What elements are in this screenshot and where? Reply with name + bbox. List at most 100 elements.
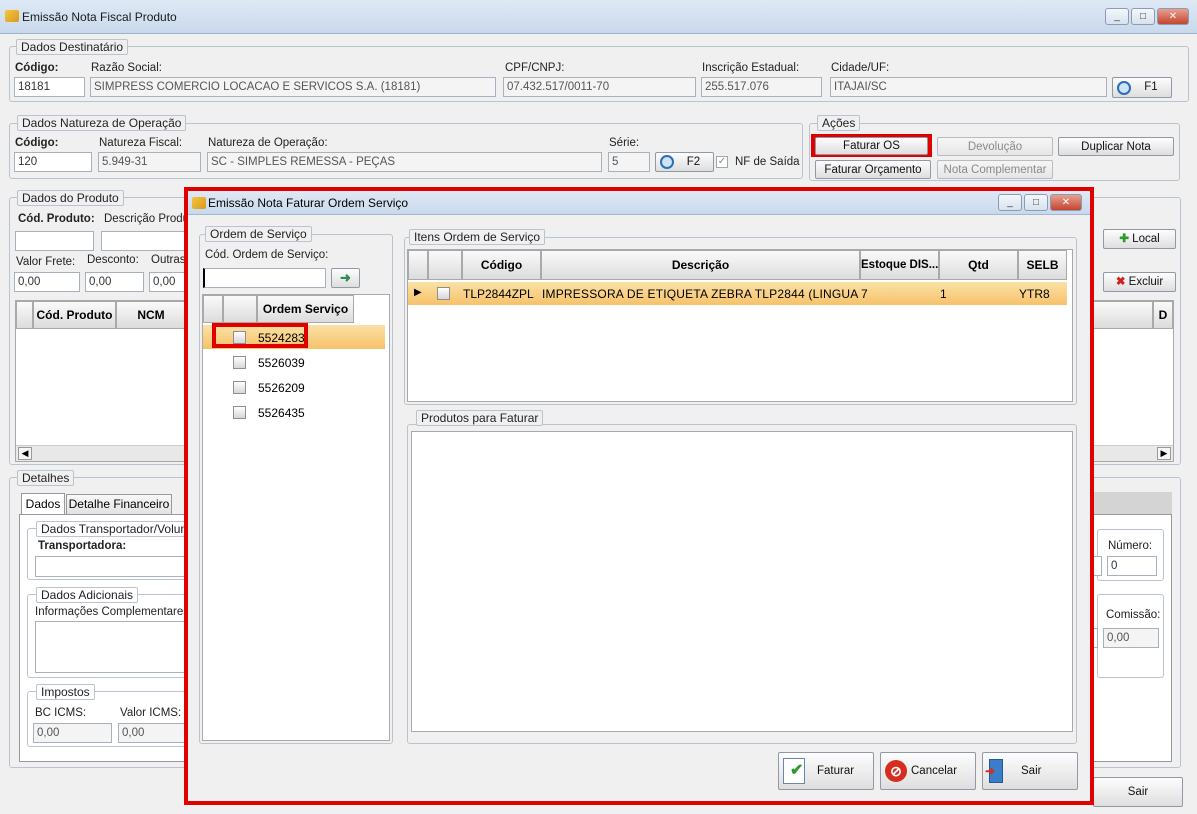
- transp-title: Dados Transportador/Volume: [36, 521, 203, 537]
- cidade-label: Cidade/UF:: [831, 62, 890, 74]
- cod-produto-label: Cód. Produto:: [18, 213, 95, 225]
- col-codigo[interactable]: Código: [462, 250, 541, 280]
- search-icon: [1117, 81, 1131, 95]
- f2-search-button[interactable]: F2: [655, 152, 714, 172]
- window-title: Emissão Nota Fiscal Produto: [22, 10, 177, 24]
- window-controls: _ □ ✕: [1105, 8, 1189, 25]
- descricao-produto-label: Descrição Produ: [104, 213, 190, 225]
- duplicar-nota-button[interactable]: Duplicar Nota: [1058, 137, 1174, 156]
- cpf-field[interactable]: 07.432.517/0011-70: [503, 77, 696, 97]
- excluir-button[interactable]: ✖ Excluir: [1103, 272, 1176, 292]
- scroll-right-icon[interactable]: ▶: [1157, 447, 1171, 460]
- arrow-right-icon: ➜: [340, 270, 351, 285]
- produtos-faturar-grid: [411, 431, 1073, 732]
- dialog-maximize-button[interactable]: □: [1024, 194, 1048, 211]
- cpf-label: CPF/CNPJ:: [505, 62, 565, 74]
- ie-field[interactable]: 255.517.076: [701, 77, 822, 97]
- nf-saida-checkbox[interactable]: ✓: [716, 156, 728, 168]
- os-row-number[interactable]: 5526039: [258, 356, 305, 370]
- serie-field[interactable]: 5: [608, 152, 650, 172]
- info-comp-label: Informações Complementares:: [35, 606, 193, 618]
- nat-fiscal-field[interactable]: 5.949-31: [98, 152, 201, 172]
- cancel-icon: ⊘: [885, 760, 907, 782]
- dialog-minimize-button[interactable]: _: [998, 194, 1022, 211]
- faturar-os-button[interactable]: Faturar OS: [815, 137, 928, 155]
- dialog-title: Emissão Nota Faturar Ordem Serviço: [208, 196, 409, 210]
- cod-os-go-button[interactable]: ➜: [331, 268, 360, 288]
- cod-os-input[interactable]: [203, 268, 326, 288]
- col-cod-produto[interactable]: Cód. Produto: [33, 301, 116, 329]
- col-ordem-servico[interactable]: Ordem Serviço: [257, 295, 354, 323]
- ie-label: Inscrição Estadual:: [702, 62, 800, 74]
- tab-detalhe-financeiro[interactable]: Detalhe Financeiro: [66, 494, 172, 515]
- col-selb[interactable]: SELB: [1018, 250, 1067, 280]
- grid-row-header: [16, 301, 33, 329]
- devolucao-button[interactable]: Devolução: [937, 137, 1053, 156]
- comissao-label: Comissão:: [1106, 609, 1161, 621]
- os-row-checkbox[interactable]: [233, 356, 246, 369]
- local-button[interactable]: ✚ Local: [1103, 229, 1176, 249]
- dialog-sair-button[interactable]: ➜ Sair: [982, 752, 1078, 790]
- os-row-checkbox[interactable]: [233, 406, 246, 419]
- dialog-title-bar: Emissão Nota Faturar Ordem Serviço _ □ ✕: [188, 191, 1090, 215]
- scroll-left-icon[interactable]: ◀: [18, 447, 32, 460]
- col-frete[interactable]: [1093, 301, 1153, 329]
- row-pointer-icon: ▶: [414, 287, 422, 298]
- nat-codigo-field[interactable]: 120: [14, 152, 92, 172]
- impostos-title: Impostos: [36, 684, 95, 700]
- tab-dados[interactable]: Dados: [21, 493, 65, 515]
- cod-produto-field[interactable]: [15, 231, 94, 251]
- col-d[interactable]: D: [1153, 301, 1173, 329]
- produtos-faturar-title: Produtos para Faturar: [416, 410, 544, 426]
- f1-search-button[interactable]: F1: [1112, 77, 1172, 98]
- col-qtd[interactable]: Qtd: [939, 250, 1018, 280]
- cancelar-button[interactable]: ⊘ Cancelar: [880, 752, 976, 790]
- dest-codigo-field[interactable]: 18181: [14, 77, 85, 97]
- faturar-button[interactable]: ✔ Faturar: [778, 752, 874, 790]
- produto-title: Dados do Produto: [17, 190, 124, 206]
- col-estoque[interactable]: Estoque DIS...: [860, 250, 939, 280]
- outras-label: Outras: [151, 254, 186, 266]
- plus-icon: ✚: [1119, 233, 1129, 245]
- os-row-number[interactable]: 5526435: [258, 406, 305, 420]
- razao-field[interactable]: SIMPRESS COMERCIO LOCACAO E SERVICOS S.A…: [90, 77, 496, 97]
- adicionais-title: Dados Adicionais: [36, 587, 139, 603]
- outras-field[interactable]: 0,00: [149, 272, 186, 292]
- item-qtd: 1: [940, 287, 947, 301]
- dialog-close-button[interactable]: ✕: [1050, 194, 1082, 211]
- maximize-button[interactable]: □: [1131, 8, 1155, 25]
- exit-arrow-icon: ➜: [985, 764, 996, 778]
- bc-icms-label: BC ICMS:: [35, 707, 87, 719]
- cod-os-label: Cód. Ordem de Serviço:: [205, 249, 329, 261]
- numero-field[interactable]: 0: [1107, 556, 1157, 576]
- faturar-os-dialog: Emissão Nota Faturar Ordem Serviço _ □ ✕…: [188, 191, 1090, 801]
- minimize-button[interactable]: _: [1105, 8, 1129, 25]
- os-grid-row-header: [203, 295, 223, 323]
- close-button[interactable]: ✕: [1157, 8, 1189, 25]
- col-descricao[interactable]: Descrição: [541, 250, 860, 280]
- nf-saida-label: NF de Saída: [735, 156, 800, 168]
- valor-icms-label: Valor ICMS:: [120, 707, 182, 719]
- detalhes-title: Detalhes: [17, 470, 75, 486]
- os-row-checkbox[interactable]: [233, 381, 246, 394]
- cidade-field[interactable]: ITAJAI/SC: [830, 77, 1107, 97]
- nat-op-field[interactable]: SC - SIMPLES REMESSA - PEÇAS: [207, 152, 602, 172]
- valor-icms-field[interactable]: 0,00: [118, 723, 187, 743]
- itens-row-checkbox[interactable]: [437, 287, 450, 300]
- comissao-field[interactable]: 0,00: [1103, 628, 1159, 648]
- itens-row-header: [408, 250, 428, 280]
- col-ncm[interactable]: NCM: [116, 301, 186, 329]
- dest-codigo-label: Código:: [15, 62, 59, 74]
- valor-frete-field[interactable]: 0,00: [14, 272, 80, 292]
- os-row-number[interactable]: 5526209: [258, 381, 305, 395]
- desconto-field[interactable]: 0,00: [85, 272, 144, 292]
- info-comp-field[interactable]: [35, 621, 187, 673]
- item-selb: YTR8: [1019, 287, 1050, 301]
- nota-complementar-button[interactable]: Nota Complementar: [937, 160, 1053, 179]
- transportadora-field[interactable]: [35, 556, 187, 577]
- faturar-orcamento-button[interactable]: Faturar Orçamento: [815, 160, 931, 179]
- main-sair-button[interactable]: Sair: [1093, 777, 1183, 807]
- os-group-title: Ordem de Serviço: [205, 226, 312, 242]
- bc-icms-field[interactable]: 0,00: [33, 723, 112, 743]
- descricao-produto-field[interactable]: [101, 231, 186, 251]
